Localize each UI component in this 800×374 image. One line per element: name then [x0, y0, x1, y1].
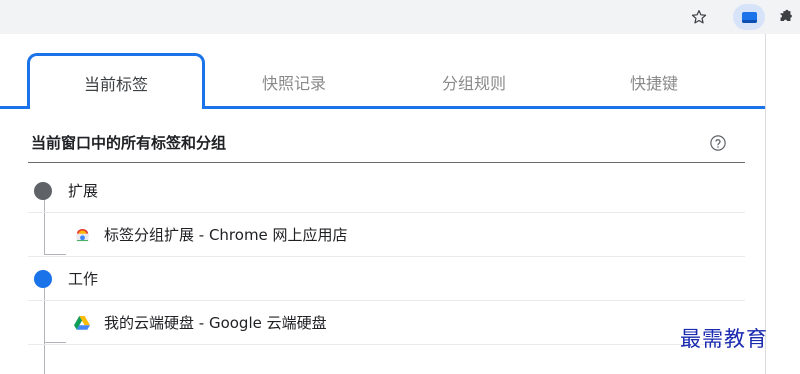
group-row-extensions[interactable]: 扩展 — [28, 169, 745, 213]
tab-current-tabs[interactable]: 当前标签 — [27, 53, 205, 109]
tab-row-webstore[interactable]: 标签分组扩展 - Chrome 网上应用店 — [28, 213, 745, 257]
tab-shortcuts[interactable]: 快捷键 — [565, 54, 743, 109]
watermark-text: 最需教育 — [680, 327, 768, 351]
tab-bar: 当前标签 快照记录 分组规则 快捷键 — [0, 34, 765, 109]
tab-groups-extension-icon[interactable] — [733, 4, 765, 30]
group-name: 工作 — [68, 270, 99, 288]
help-circle-icon[interactable] — [709, 134, 727, 152]
group-name: 扩展 — [68, 182, 99, 200]
tab-row-drive[interactable]: 我的云端硬盘 - Google 云端硬盘 — [28, 301, 745, 345]
google-drive-icon — [74, 315, 90, 331]
group-color-dot — [34, 181, 52, 200]
puzzle-icon[interactable] — [774, 6, 796, 28]
group-color-dot — [34, 269, 52, 288]
browser-toolbar — [0, 0, 800, 34]
tab-group-rules[interactable]: 分组规则 — [385, 54, 563, 109]
section-title: 当前窗口中的所有标签和分组 — [31, 134, 227, 152]
section-header: 当前窗口中的所有标签和分组 — [28, 123, 745, 163]
tab-snapshots[interactable]: 快照记录 — [205, 54, 383, 109]
tab-title: 标签分组扩展 - Chrome 网上应用店 — [104, 226, 348, 244]
group-row-work[interactable]: 工作 — [28, 257, 745, 301]
tab-title: 我的云端硬盘 - Google 云端硬盘 — [104, 314, 327, 332]
extension-popup: 当前标签 快照记录 分组规则 快捷键 当前窗口中的所有标签和分组 扩展 标签分组… — [0, 34, 766, 374]
chrome-webstore-icon — [74, 227, 90, 243]
star-icon[interactable] — [688, 6, 710, 28]
